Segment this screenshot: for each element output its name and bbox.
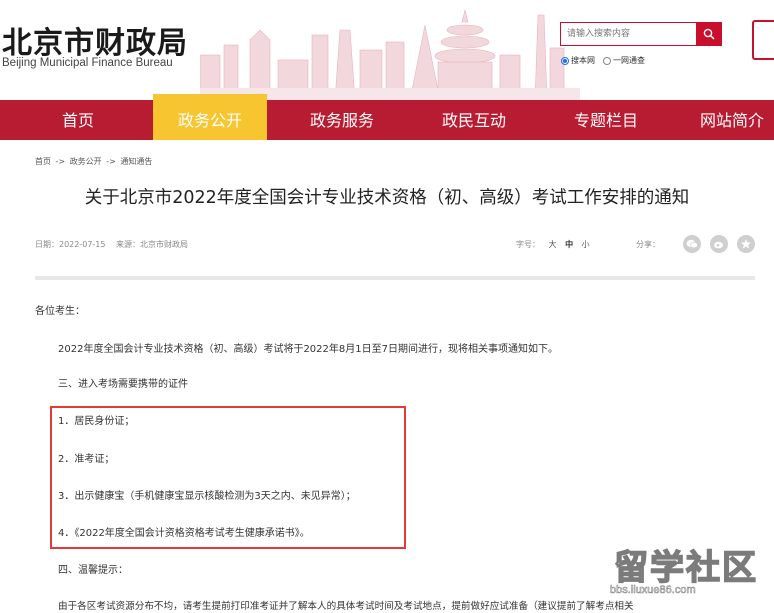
nav-about-site[interactable]: 网站简介 xyxy=(682,100,774,140)
font-size-large[interactable]: 大 xyxy=(549,240,557,249)
breadcrumb-separator: -> xyxy=(55,157,66,166)
required-item-1: 1．居民身份证； xyxy=(58,416,135,427)
required-item-2: 2．准考证； xyxy=(58,454,115,465)
breadcrumb-government-affairs[interactable]: 政务公开 xyxy=(70,157,102,166)
watermark-url: bbs.liuxue86.com xyxy=(610,584,696,597)
weibo-share-icon[interactable] xyxy=(710,235,728,253)
site-logo-title[interactable]: 北京市财政局 xyxy=(2,18,188,62)
emblem-logo[interactable] xyxy=(752,20,774,60)
radio-site-search-label: 搜本网 xyxy=(571,56,595,65)
nav-home[interactable]: 首页 xyxy=(20,100,136,140)
font-size-small[interactable]: 小 xyxy=(582,240,590,249)
article-source: 来源：北京市财政局 xyxy=(116,240,189,249)
site-header: 北京市财政局 Beijing Municipal Finance Bureau xyxy=(0,0,774,100)
required-item-3: 3．出示健康宝（手机健康宝显示核酸检测为3天之内、未见异常）； xyxy=(58,491,356,502)
nav-government-affairs[interactable]: 政务公开 xyxy=(153,94,267,140)
breadcrumb-notices[interactable]: 通知通告 xyxy=(120,157,152,166)
required-item-4: 4．《2022年度全国会计资格资格考试考生健康承诺书》。 xyxy=(58,528,310,539)
breadcrumb-separator: -> xyxy=(106,157,116,166)
section-4-heading: 四、温馨提示： xyxy=(58,565,128,576)
wechat-share-icon[interactable] xyxy=(683,235,701,253)
article-title: 关于北京市2022年度全国会计专业技术资格（初、高级）考试工作安排的通知 xyxy=(84,188,690,208)
article-divider xyxy=(35,276,755,280)
article-intro: 2022年度全国会计专业技术资格（初、高级）考试将于2022年8月1日至7日期间… xyxy=(58,344,558,355)
search-scope-options: 搜本网 一网通查 xyxy=(561,55,653,66)
nav-special-topics[interactable]: 专题栏目 xyxy=(548,100,664,140)
tip-paragraph: 由于各区考试资源分布不均，请考生提前打印准考证并了解本人的具体考试时间及考试地点… xyxy=(58,601,634,612)
share-label: 分享： xyxy=(636,240,660,249)
breadcrumb: 首页 -> 政务公开 -> 通知通告 xyxy=(35,156,154,167)
search-input[interactable] xyxy=(561,23,697,45)
radio-all-search[interactable] xyxy=(603,56,611,65)
qzone-share-icon[interactable] xyxy=(737,235,755,253)
watermark: 留学社区 bbs.liuxue86.com xyxy=(602,540,774,613)
article-date: 日期：2022-07-15 xyxy=(35,240,106,249)
skyline-banner-illustration xyxy=(200,9,580,100)
watermark-title: 留学社区 xyxy=(613,547,758,589)
section-3-heading: 三、进入考场需要携带的证件 xyxy=(58,379,188,390)
font-size-switcher: 字号： 大 中 小 xyxy=(516,239,590,250)
font-size-label: 字号： xyxy=(516,240,540,249)
article-greeting: 各位考生： xyxy=(35,306,85,317)
font-size-medium[interactable]: 中 xyxy=(565,240,573,249)
article-meta: 日期：2022-07-15 来源：北京市财政局 xyxy=(35,239,196,250)
radio-all-search-label: 一网通查 xyxy=(613,56,645,65)
radio-site-search[interactable] xyxy=(561,56,569,65)
site-logo-subtitle: Beijing Municipal Finance Bureau xyxy=(2,57,173,69)
search-icon xyxy=(703,28,715,40)
search-box xyxy=(560,22,722,46)
search-button[interactable] xyxy=(696,23,721,45)
nav-interaction[interactable]: 政民互动 xyxy=(416,100,532,140)
breadcrumb-home[interactable]: 首页 xyxy=(35,157,51,166)
nav-government-services[interactable]: 政务服务 xyxy=(284,100,400,140)
main-nav: 首页 政务公开 政务服务 政民互动 专题栏目 网站简介 xyxy=(0,94,774,140)
